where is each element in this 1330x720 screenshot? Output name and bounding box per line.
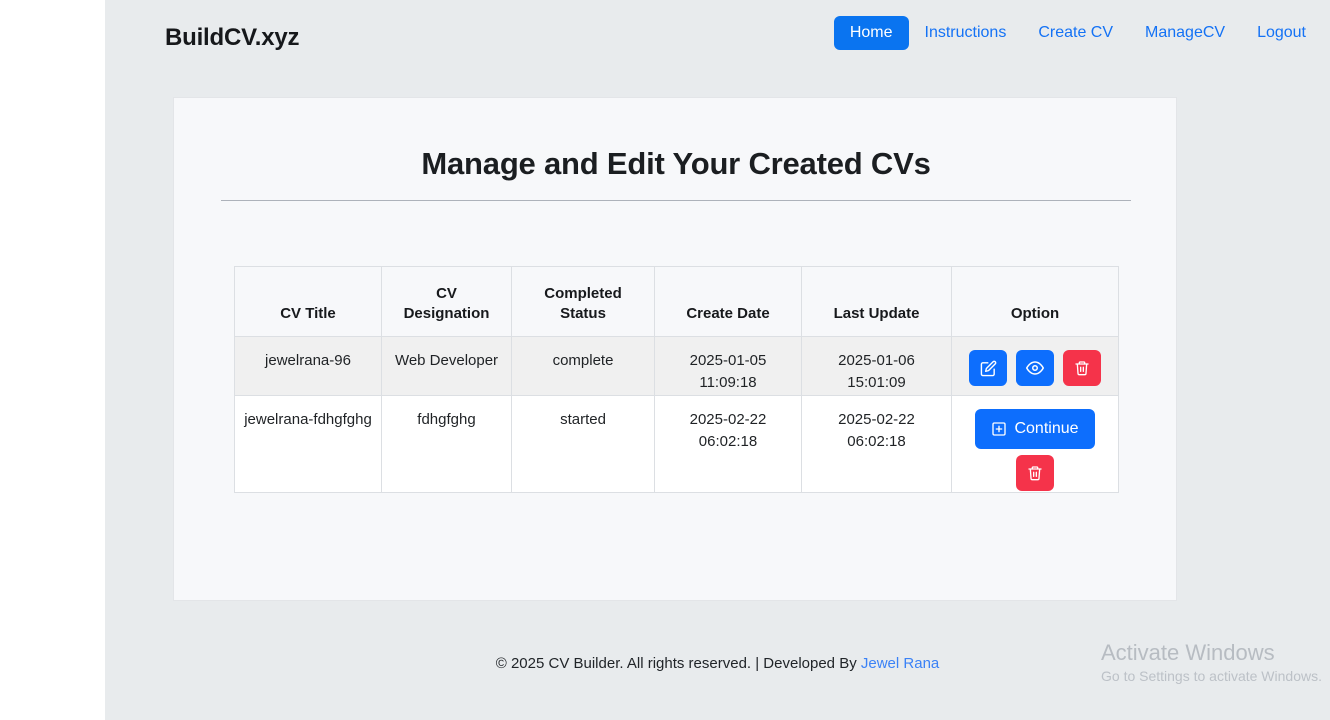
column-header-completed-status-line2: Status (560, 305, 606, 322)
nav-link-create-cv[interactable]: Create CV (1022, 16, 1129, 50)
cell-cv-title: jewelrana-96 (235, 337, 382, 396)
nav-link-managecv[interactable]: ManageCV (1129, 16, 1241, 50)
footer-author-link[interactable]: Jewel Rana (861, 655, 939, 672)
table-header-row: CV Title CV Designation Completed Status… (235, 267, 1119, 337)
nav-links: Home Instructions Create CV ManageCV Log… (834, 16, 1322, 50)
continue-button[interactable]: Continue (975, 409, 1094, 449)
cell-last-update: 2025-01-06 15:01:09 (802, 337, 952, 396)
delete-icon (1027, 465, 1043, 481)
cv-table-container: CV Title CV Designation Completed Status… (234, 266, 1118, 493)
cell-create-date: 2025-01-05 11:09:18 (655, 337, 802, 396)
create-date-date: 2025-02-22 (690, 411, 767, 428)
column-header-last-update: Last Update (802, 267, 952, 337)
cell-cv-title: jewelrana-fdhgfghg (235, 396, 382, 493)
activate-windows-watermark: Activate Windows Go to Settings to activ… (1101, 640, 1322, 686)
column-header-cv-designation-line1: CV (436, 285, 457, 302)
watermark-title: Activate Windows (1101, 640, 1322, 666)
last-update-time: 06:02:18 (803, 431, 950, 453)
create-date-time: 06:02:18 (656, 431, 800, 453)
nav-link-logout[interactable]: Logout (1241, 16, 1322, 50)
column-header-completed-status-line1: Completed (544, 285, 622, 302)
cell-option (952, 337, 1119, 396)
option-button-row (969, 350, 1101, 386)
cell-completed-status: started (512, 396, 655, 493)
cell-last-update: 2025-02-22 06:02:18 (802, 396, 952, 493)
column-header-cv-designation-line2: Designation (404, 305, 490, 322)
nav-link-instructions[interactable]: Instructions (909, 16, 1023, 50)
create-date-date: 2025-01-05 (690, 352, 767, 369)
cell-option: Continue (952, 396, 1119, 493)
option-buttons: Continue (953, 409, 1117, 491)
table-row: jewelrana-fdhgfghg fdhgfghg started 2025… (235, 396, 1119, 493)
column-header-create-date: Create Date (655, 267, 802, 337)
column-header-cv-designation: CV Designation (382, 267, 512, 337)
watermark-subtitle: Go to Settings to activate Windows. (1101, 666, 1322, 686)
column-header-cv-title: CV Title (235, 267, 382, 337)
continue-button-label: Continue (1014, 420, 1078, 438)
cell-completed-status: complete (512, 337, 655, 396)
page-title: Manage and Edit Your Created CVs (174, 146, 1178, 182)
table-row: jewelrana-96 Web Developer complete 2025… (235, 337, 1119, 396)
navbar: BuildCV.xyz Home Instructions Create CV … (105, 0, 1330, 74)
column-header-completed-status: Completed Status (512, 267, 655, 337)
delete-button[interactable] (1016, 455, 1054, 491)
content-card: Manage and Edit Your Created CVs CV Titl… (173, 97, 1177, 601)
last-update-date: 2025-01-06 (838, 352, 915, 369)
view-icon (1026, 359, 1044, 377)
delete-button[interactable] (1063, 350, 1101, 386)
plus-square-icon (991, 421, 1007, 437)
last-update-date: 2025-02-22 (838, 411, 915, 428)
footer-text: © 2025 CV Builder. All rights reserved. … (496, 655, 857, 672)
title-divider (221, 200, 1131, 201)
brand-logo[interactable]: BuildCV.xyz (165, 24, 299, 52)
cv-table: CV Title CV Designation Completed Status… (234, 266, 1119, 493)
nav-link-home[interactable]: Home (834, 16, 909, 50)
delete-icon (1074, 360, 1090, 376)
edit-button[interactable] (969, 350, 1007, 386)
browser-viewport: BuildCV.xyz Home Instructions Create CV … (0, 0, 1330, 720)
view-button[interactable] (1016, 350, 1054, 386)
create-date-time: 11:09:18 (656, 372, 800, 394)
page-body: BuildCV.xyz Home Instructions Create CV … (105, 0, 1330, 720)
column-header-option: Option (952, 267, 1119, 337)
table-body: jewelrana-96 Web Developer complete 2025… (235, 337, 1119, 493)
table-head: CV Title CV Designation Completed Status… (235, 267, 1119, 337)
option-buttons (953, 350, 1117, 386)
edit-icon (980, 360, 997, 377)
cell-cv-designation: Web Developer (382, 337, 512, 396)
last-update-time: 15:01:09 (803, 372, 950, 394)
cell-cv-designation: fdhgfghg (382, 396, 512, 493)
cell-create-date: 2025-02-22 06:02:18 (655, 396, 802, 493)
